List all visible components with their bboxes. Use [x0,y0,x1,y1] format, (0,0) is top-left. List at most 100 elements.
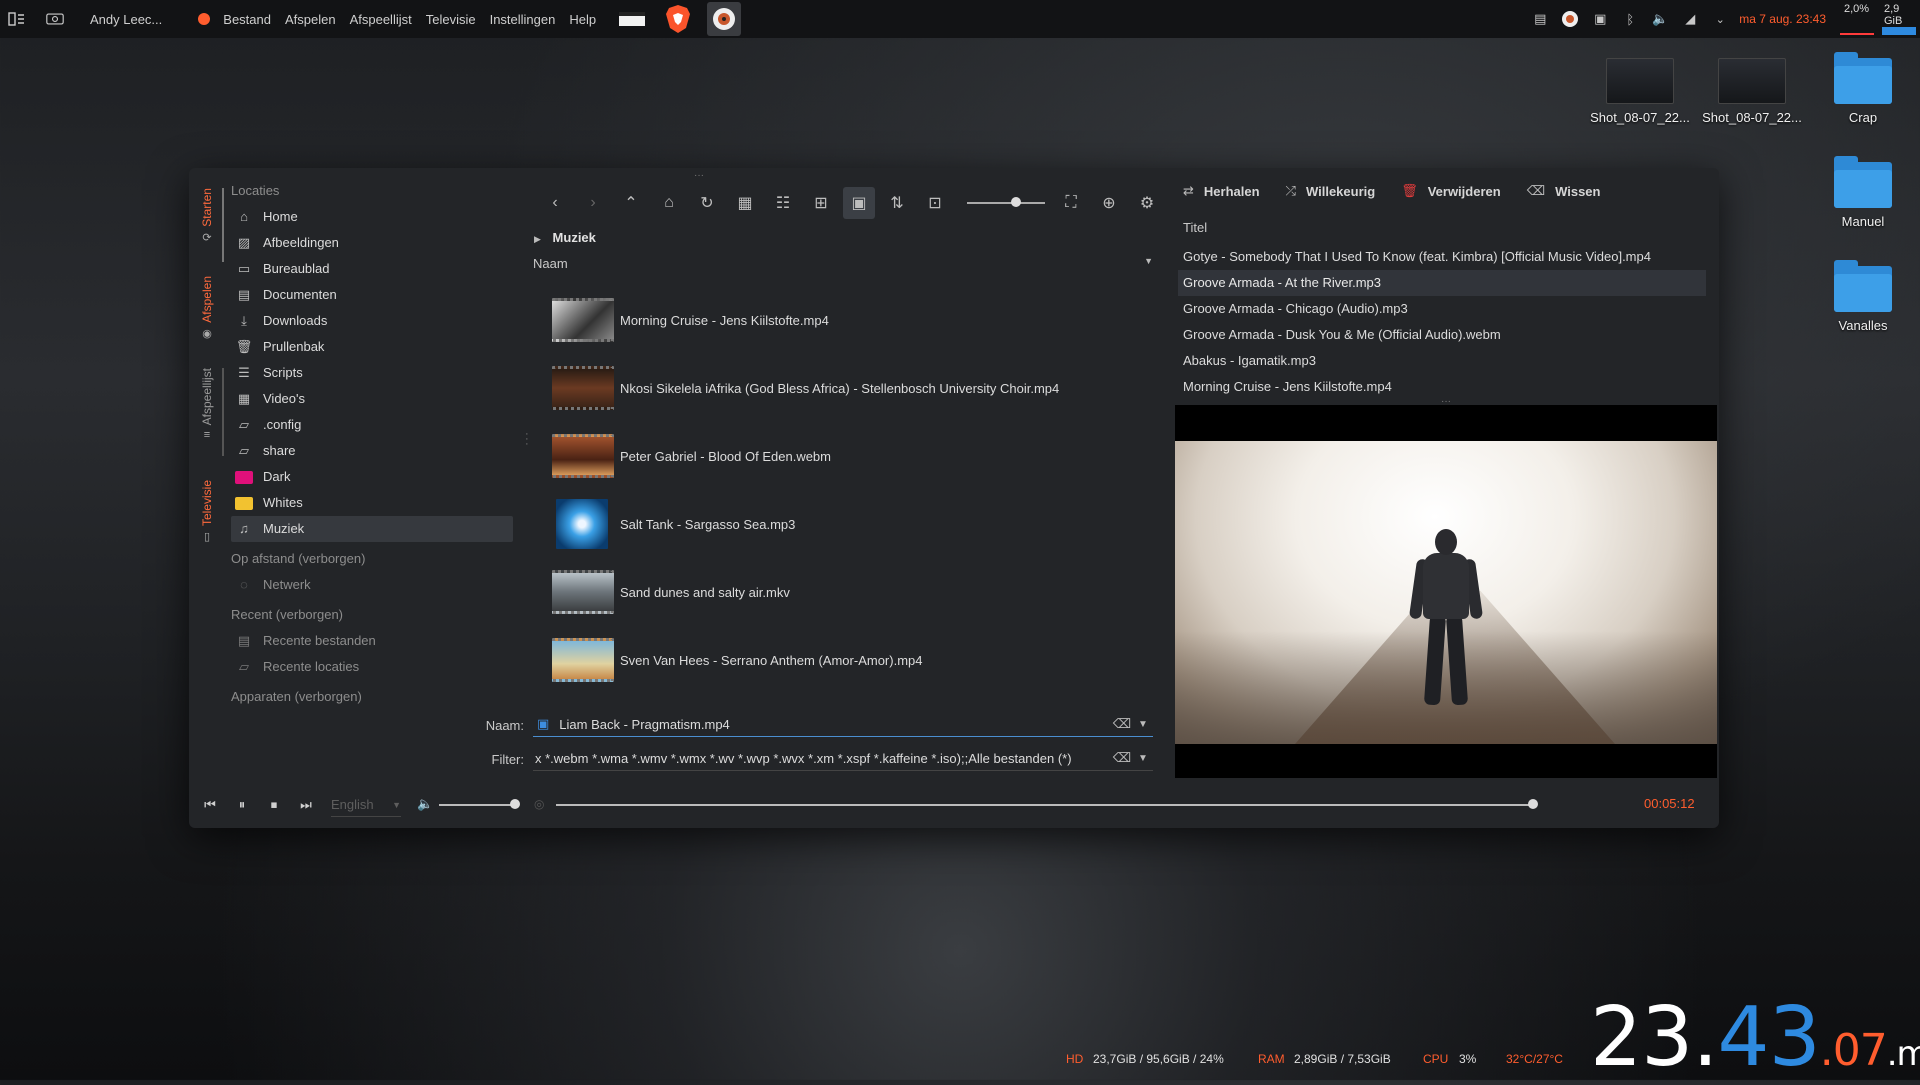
preview-toggle-icon[interactable]: ▣ [843,187,875,219]
toolbar-grip[interactable]: ··· [694,170,704,181]
place-share[interactable]: ▱ share [231,438,513,464]
file-row[interactable]: Peter Gabriel - Blood Of Eden.webm [552,422,1142,490]
sort-icon[interactable]: ⇅ [881,187,913,219]
media-player-launcher-icon[interactable] [707,2,742,36]
application-launcher-icon[interactable] [8,10,26,28]
menu-televisie[interactable]: Televisie [426,12,476,27]
brave-browser-icon[interactable] [661,2,695,36]
place-videos[interactable]: ▦ Video's [231,386,513,412]
remote-header[interactable]: Op afstand (verborgen) [231,546,513,572]
desktop-icon-screenshot-2[interactable]: Shot_08-07_22... [1697,58,1807,125]
place-recent-files[interactable]: ▤ Recente bestanden [231,628,513,654]
media-player-tray-icon[interactable] [1561,10,1579,28]
language-select[interactable]: English ▼ [331,794,401,817]
place-afbeeldingen[interactable]: ▨ Afbeeldingen [231,230,513,256]
devices-header[interactable]: Apparaten (verborgen) [231,684,513,710]
chevron-down-icon[interactable]: ▼ [1133,753,1153,764]
tab-televisie[interactable]: Televisie ▯ [197,480,217,543]
menu-instellingen[interactable]: Instellingen [490,12,556,27]
place-home[interactable]: ⌂ Home [231,204,513,230]
terminal-launcher-icon[interactable] [615,2,649,36]
clear-button[interactable]: ⌫ Wissen [1527,183,1601,199]
breadcrumb[interactable]: ▶ Muziek [534,230,596,245]
place-muziek[interactable]: ♫ Muziek [231,516,513,542]
volume-handle[interactable] [510,799,520,809]
repeat-button[interactable]: ⇄ Herhalen [1183,183,1260,199]
place-dark[interactable]: Dark [231,464,513,490]
fit-icon[interactable]: ⛶ [1055,187,1087,219]
volume-icon[interactable]: 🔈 [1651,10,1669,28]
breadcrumb-current[interactable]: Muziek [553,230,596,245]
home-icon[interactable]: ⌂ [653,187,685,219]
playlist-item[interactable]: Groove Armada - Dusk You & Me (Official … [1178,322,1706,348]
file-row[interactable]: Sand dunes and salty air.mkv [552,558,1142,626]
place-prullenbak[interactable]: 🗑 Prullenbak [231,334,513,360]
volume-slider[interactable] [439,804,519,806]
column-header-naam[interactable]: Naam ▼ [533,256,1153,271]
desktop-folder-vanalles[interactable]: Vanalles [1808,260,1918,333]
tab-afspeellijst[interactable]: Afspeellijst ≡ [197,368,217,441]
chevron-down-icon[interactable]: ⌄ [1711,10,1729,28]
place-scripts[interactable]: ☰ Scripts [231,360,513,386]
menu-afspelen[interactable]: Afspelen [285,12,336,27]
panel-datetime[interactable]: ma 7 aug. 23:43 [1739,12,1826,26]
stop-icon[interactable]: ⏹ [263,794,285,816]
place-recent-locations[interactable]: ▱ Recente locaties [231,654,513,680]
place-network[interactable]: ◌ Netwerk [231,572,513,598]
clear-input-icon[interactable]: ⌫ [1111,716,1133,732]
slider-handle[interactable] [1011,197,1021,207]
place-config[interactable]: ▱ .config [231,412,513,438]
tab-afspelen[interactable]: Afspelen ◉ [197,276,217,340]
desktop-folder-manuel[interactable]: Manuel [1808,156,1918,229]
playlist-item[interactable]: Abakus - Igamatik.mp3 [1178,348,1706,374]
playlist-item[interactable]: Groove Armada - Chicago (Audio).mp3 [1178,296,1706,322]
volume-icon[interactable]: 🔈 [417,796,433,812]
network-icon[interactable]: ◢ [1681,10,1699,28]
clear-input-icon[interactable]: ⌫ [1111,750,1133,766]
repeat-ab-icon[interactable]: ◎ [534,797,544,811]
desktop-icon-screenshot-1[interactable]: Shot_08-07_22... [1585,58,1695,125]
system-load-widget[interactable]: 2,0% 2,9 GiB [1836,1,1920,37]
menu-bestand[interactable]: Bestand [223,12,271,27]
chevron-down-icon[interactable]: ▼ [1133,719,1153,730]
pause-icon[interactable]: ⏸ [231,794,253,816]
seek-slider[interactable] [556,804,1536,806]
video-display[interactable] [1175,405,1717,778]
file-row[interactable]: Morning Cruise - Jens Kiilstofte.mp4 [552,286,1142,354]
filter-input[interactable]: x *.webm *.wma *.wmv *.wmx *.wv *.wvp *.… [533,746,1153,771]
tree-view-icon[interactable]: ⊞ [805,187,837,219]
place-bureaublad[interactable]: ▭ Bureaublad [231,256,513,282]
zoom-fit-icon[interactable]: ⊡ [919,187,951,219]
up-icon[interactable]: ⌃ [615,187,647,219]
back-icon[interactable]: ‹ [539,187,571,219]
previous-track-icon[interactable]: ⏮ [199,794,221,816]
icon-view-icon[interactable]: ▦ [729,187,761,219]
sort-arrow-icon[interactable]: ▼ [1144,256,1153,271]
new-folder-icon[interactable]: ⊕ [1093,187,1125,219]
desktop-folder-crap[interactable]: Crap [1808,52,1918,125]
splitter-handle[interactable]: ··· [525,429,529,450]
playlist-item[interactable]: Groove Armada - At the River.mp3 [1178,270,1706,296]
menu-help[interactable]: Help [569,12,596,27]
file-row[interactable]: Salt Tank - Sargasso Sea.mp3 [552,490,1142,558]
playlist-column-titel[interactable]: Titel [1183,220,1207,235]
screenshot-icon[interactable] [46,10,64,28]
place-whites[interactable]: Whites [231,490,513,516]
remove-button[interactable]: 🗑 Verwijderen [1401,183,1501,199]
tab-starten[interactable]: Starten ⟳ [197,188,217,244]
next-track-icon[interactable]: ⏭ [295,794,317,816]
shuffle-button[interactable]: ⤮ Willekeurig [1286,183,1376,199]
thumbnail-size-slider[interactable] [967,193,1045,213]
place-documenten[interactable]: ▤ Documenten [231,282,513,308]
file-row[interactable]: Nkosi Sikelela iAfrika (God Bless Africa… [552,354,1142,422]
seek-handle[interactable] [1528,799,1538,809]
notes-icon[interactable]: ▤ [1531,10,1549,28]
place-downloads[interactable]: ⤓ Downloads [231,308,513,334]
reload-icon[interactable]: ↻ [691,187,723,219]
playlist-item[interactable]: Gotye - Somebody That I Used To Know (fe… [1178,244,1706,270]
forward-icon[interactable]: › [577,187,609,219]
user-name[interactable]: Andy Leec... [90,12,162,27]
file-row[interactable]: Sven Van Hees - Serrano Anthem (Amor-Amo… [552,626,1142,694]
bluetooth-icon[interactable]: ᛒ [1621,10,1639,28]
clipboard-icon[interactable]: ▣ [1591,10,1609,28]
